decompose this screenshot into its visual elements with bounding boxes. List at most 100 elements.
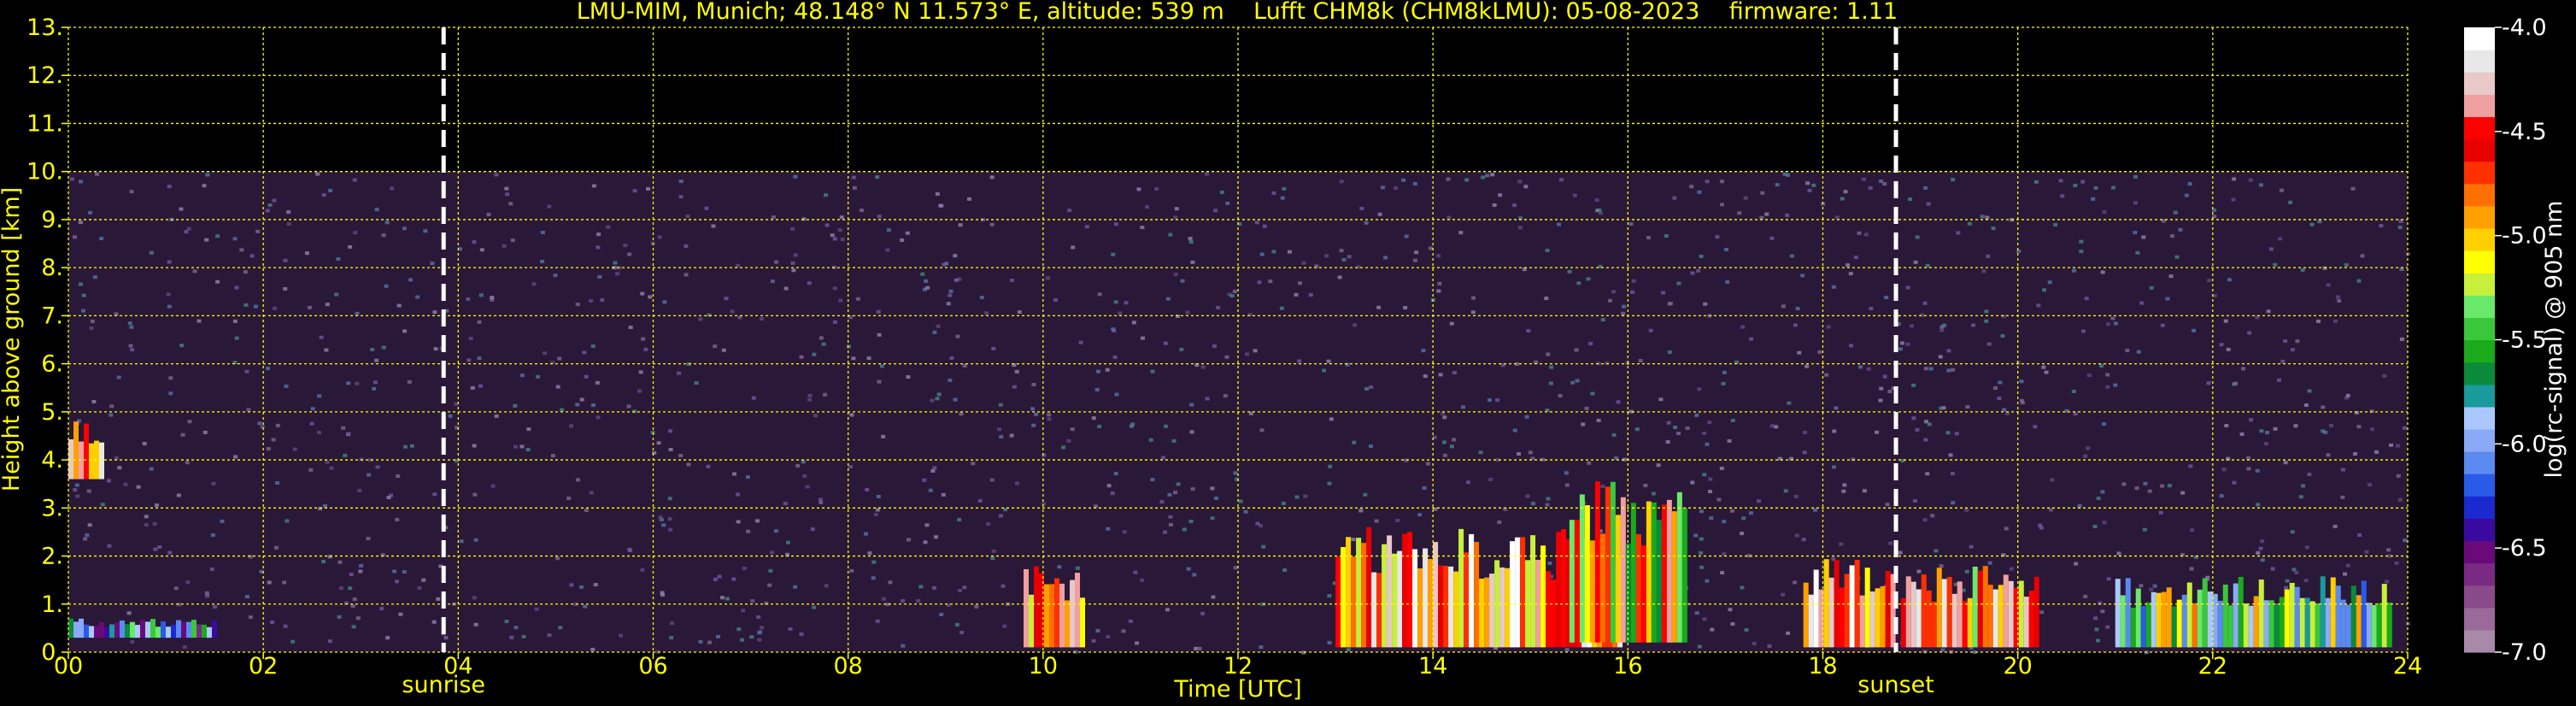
noise-speck — [2094, 627, 2099, 632]
noise-speck — [1259, 428, 1265, 432]
noise-speck — [930, 469, 936, 474]
noise-speck — [1223, 394, 1228, 398]
noise-speck — [684, 273, 689, 277]
noise-speck — [2263, 442, 2268, 446]
noise-speck — [1858, 365, 1863, 369]
colorbar-swatch — [2464, 116, 2495, 140]
cloud-cell — [1671, 511, 1677, 643]
noise-speck — [502, 244, 507, 248]
noise-speck — [1329, 417, 1334, 421]
noise-speck — [547, 204, 552, 209]
noise-speck — [875, 508, 880, 512]
noise-speck — [129, 190, 134, 194]
noise-speck — [736, 520, 741, 524]
x-tick-label: 04 — [443, 653, 472, 680]
noise-speck — [1939, 328, 1945, 332]
noise-speck — [771, 215, 776, 220]
cloud-cell — [1910, 581, 1916, 648]
noise-speck — [2270, 567, 2275, 571]
noise-speck — [795, 464, 801, 468]
noise-speck — [1969, 544, 1974, 549]
noise-speck — [1866, 367, 1871, 371]
noise-speck — [1188, 237, 1193, 241]
noise-speck — [519, 374, 525, 378]
noise-speck — [310, 407, 315, 411]
noise-speck — [1672, 196, 1677, 200]
noise-speck — [935, 397, 940, 401]
noise-speck — [1192, 573, 1197, 577]
noise-speck — [1621, 311, 1626, 315]
noise-speck — [321, 560, 326, 564]
noise-speck — [901, 598, 906, 603]
noise-speck — [525, 448, 531, 452]
noise-speck — [494, 414, 499, 418]
noise-speck — [989, 478, 995, 482]
noise-speck — [848, 465, 853, 469]
noise-speck — [579, 585, 584, 589]
noise-speck — [807, 397, 813, 402]
noise-speck — [1721, 381, 1726, 385]
noise-speck — [271, 438, 276, 442]
noise-speck — [925, 285, 930, 290]
noise-speck — [569, 583, 574, 587]
noise-speck — [2167, 484, 2172, 488]
noise-speck — [142, 442, 147, 446]
noise-speck — [810, 527, 815, 532]
noise-speck — [1106, 484, 1112, 488]
noise-speck — [1722, 370, 1727, 374]
noise-speck — [997, 427, 1002, 432]
noise-speck — [698, 639, 703, 644]
noise-speck — [1442, 415, 1447, 420]
cloud-cell — [2274, 604, 2280, 648]
noise-speck — [1401, 178, 1406, 182]
noise-speck — [1800, 274, 1805, 278]
noise-speck — [1628, 222, 1634, 227]
noise-speck — [2268, 247, 2274, 251]
cloud-cell — [197, 624, 202, 638]
noise-speck — [1097, 292, 1102, 297]
noise-speck — [1173, 215, 1178, 220]
noise-speck — [751, 396, 756, 400]
noise-speck — [107, 544, 112, 548]
noise-speck — [1197, 646, 1202, 650]
noise-speck — [959, 631, 965, 635]
noise-speck — [2071, 389, 2076, 393]
noise-speck — [1322, 368, 1327, 373]
noise-speck — [513, 444, 519, 449]
cloud-cell — [2233, 583, 2239, 648]
noise-speck — [215, 279, 220, 284]
cloud-cell — [2003, 574, 2009, 648]
cloud-cell — [99, 622, 104, 638]
noise-speck — [555, 385, 560, 389]
noise-speck — [2073, 412, 2078, 416]
cloud-cell — [1510, 541, 1516, 648]
cloud-cell — [2294, 586, 2300, 648]
noise-speck — [2300, 268, 2305, 273]
cloud-cell — [2202, 578, 2208, 648]
noise-speck — [270, 620, 275, 624]
noise-speck — [2345, 563, 2350, 568]
noise-speck — [669, 636, 674, 640]
noise-speck — [2206, 381, 2211, 385]
cloud-cell — [171, 624, 176, 638]
noise-speck — [1811, 183, 1816, 187]
noise-speck — [290, 639, 296, 644]
cloud-cell — [1029, 594, 1035, 648]
noise-speck — [1111, 327, 1116, 332]
noise-speck — [1908, 197, 1913, 202]
noise-speck — [346, 432, 351, 436]
noise-speck — [1705, 179, 1710, 184]
noise-speck — [1690, 271, 1695, 275]
noise-speck — [2110, 185, 2115, 190]
noise-speck — [374, 208, 379, 212]
noise-speck — [1216, 305, 1221, 309]
noise-speck — [1805, 181, 1810, 185]
cloud-cell — [2263, 600, 2269, 648]
noise-speck — [185, 461, 190, 465]
noise-speck — [1905, 342, 1910, 346]
noise-speck — [1666, 421, 1671, 425]
noise-speck — [2096, 638, 2101, 643]
noise-speck — [149, 467, 154, 471]
noise-speck — [678, 195, 684, 199]
noise-speck — [832, 286, 837, 291]
